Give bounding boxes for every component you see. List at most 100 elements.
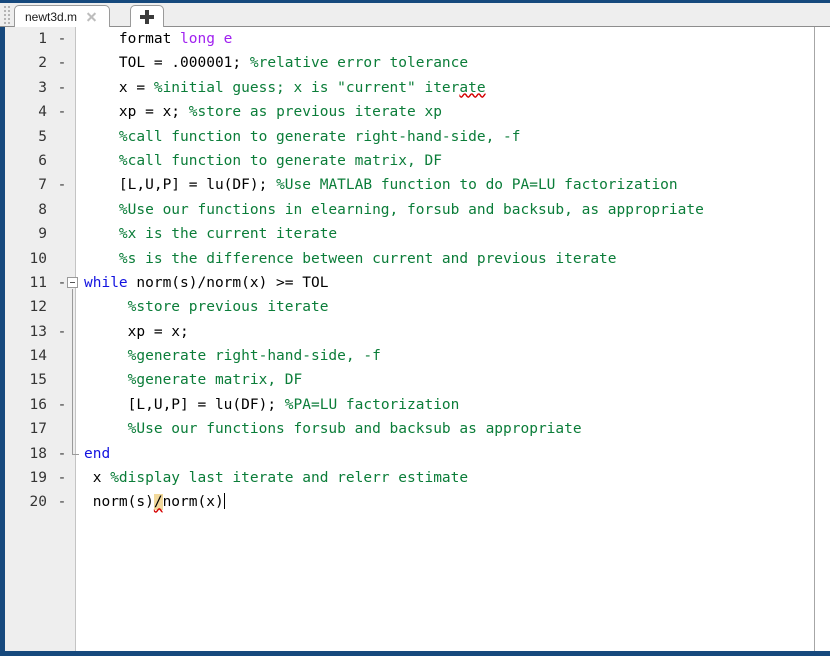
line-number: 16	[29, 396, 47, 413]
plain-token: x	[84, 470, 111, 487]
code-line[interactable]: 15 %generate matrix, DF	[5, 368, 814, 392]
executable-line-marker[interactable]: -	[56, 490, 68, 514]
line-source: %Use our functions forsub and backsub as…	[84, 417, 582, 441]
code-line[interactable]: 13- xp = x;	[5, 320, 814, 344]
line-number: 3	[38, 79, 47, 96]
plain-token: TOL = .000001;	[84, 55, 250, 72]
comment-token: %Use our functions forsub and backsub as…	[84, 421, 582, 438]
line-source: %x is the current iterate	[84, 222, 337, 246]
plain-token: norm(s)/norm(x) >= TOL	[127, 274, 329, 291]
comment-token: %Use MATLAB function to do PA=LU factori…	[276, 177, 678, 194]
comment-token: %s is the difference between current and…	[84, 250, 617, 267]
code-line[interactable]: 1- format long e	[5, 27, 814, 51]
line-number: 6	[38, 152, 47, 169]
comment-token: %store previous iterate	[84, 299, 329, 316]
matlab-editor-window: newt3d.m 1- format long e2- TOL = .00000…	[0, 0, 830, 656]
line-number: 9	[38, 226, 47, 243]
text-cursor	[223, 493, 225, 510]
new-tab-button[interactable]	[130, 5, 164, 27]
executable-line-marker[interactable]: -	[56, 320, 68, 344]
editor-tab-bar: newt3d.m	[0, 3, 830, 27]
code-line[interactable]: 8 %Use our functions in elearning, forsu…	[5, 198, 814, 222]
code-line[interactable]: 6 %call function to generate matrix, DF	[5, 149, 814, 173]
code-line[interactable]: 12 %store previous iterate	[5, 295, 814, 319]
line-source: while norm(s)/norm(x) >= TOL	[84, 271, 328, 295]
plain-token: norm(x)	[162, 494, 224, 511]
comment-token: %PA=LU factorization	[284, 396, 460, 413]
plain-token: xp = x;	[84, 323, 189, 340]
comment-token: %generate right-hand-side, -f	[84, 348, 381, 365]
line-number: 10	[29, 250, 47, 267]
comment-token: %generate matrix, DF	[84, 372, 303, 389]
line-source: %call function to generate matrix, DF	[84, 149, 442, 173]
line-source: [L,U,P] = lu(DF); %PA=LU factorization	[84, 393, 460, 417]
comment-token: %call function to generate matrix, DF	[84, 152, 442, 169]
code-line[interactable]: 4- xp = x; %store as previous iterate xp	[5, 100, 814, 124]
executable-line-marker[interactable]: -	[56, 76, 68, 100]
code-line[interactable]: 16- [L,U,P] = lu(DF); %PA=LU factorizati…	[5, 393, 814, 417]
line-number: 2	[38, 55, 47, 72]
comment-token: %Use our functions in elearning, forsub …	[84, 201, 704, 218]
line-number: 15	[29, 372, 47, 389]
line-number: 18	[29, 445, 47, 462]
plain-token: x =	[84, 79, 154, 96]
code-line[interactable]: 17 %Use our functions forsub and backsub…	[5, 417, 814, 441]
executable-line-marker[interactable]: -	[56, 173, 68, 197]
highlighted-operator-token: /	[153, 494, 163, 511]
line-number: 1	[38, 31, 47, 47]
spellcheck-error-token: ate	[459, 79, 486, 96]
code-line[interactable]: 2- TOL = .000001; %relative error tolera…	[5, 51, 814, 75]
comment-token: %store as previous iterate xp	[188, 104, 442, 121]
line-source: end	[84, 442, 110, 466]
code-line[interactable]: 3- x = %initial guess; x is "current" it…	[5, 76, 814, 100]
comment-token: %display last iterate and relerr estimat…	[110, 470, 469, 487]
line-number: 20	[29, 494, 47, 511]
line-number: 19	[29, 470, 47, 487]
plain-token: [L,U,P] = lu(DF);	[84, 177, 277, 194]
line-number: 8	[38, 201, 47, 218]
line-number: 5	[38, 128, 47, 145]
code-fold-toggle-icon[interactable]	[67, 277, 78, 288]
line-number: 14	[29, 348, 47, 365]
line-number: 11	[29, 274, 47, 291]
code-line[interactable]: 10 %s is the difference between current …	[5, 247, 814, 271]
code-line[interactable]: 19- x %display last iterate and relerr e…	[5, 466, 814, 490]
keyword-token: end	[84, 445, 111, 462]
code-line[interactable]: 7- [L,U,P] = lu(DF); %Use MATLAB functio…	[5, 173, 814, 197]
line-number: 17	[29, 421, 47, 438]
line-source: %store previous iterate	[84, 295, 329, 319]
executable-line-marker[interactable]: -	[56, 51, 68, 75]
executable-line-marker[interactable]: -	[56, 393, 68, 417]
code-line[interactable]: 9 %x is the current iterate	[5, 222, 814, 246]
executable-line-marker[interactable]: -	[56, 442, 68, 466]
close-icon[interactable]	[85, 10, 98, 23]
code-line[interactable]: 20- norm(s)/norm(x)	[5, 490, 814, 514]
executable-line-marker[interactable]: -	[56, 100, 68, 124]
code-line[interactable]: 5 %call function to generate right-hand-…	[5, 125, 814, 149]
line-source: x = %initial guess; x is "current" itera…	[84, 76, 486, 100]
plain-token: norm(s)	[84, 494, 154, 511]
code-line[interactable]: 14 %generate right-hand-side, -f	[5, 344, 814, 368]
executable-line-marker[interactable]: -	[56, 27, 68, 51]
line-source: %generate right-hand-side, -f	[84, 344, 381, 368]
plus-icon	[140, 9, 154, 24]
code-fold-end-tick	[72, 453, 79, 455]
editor-viewport[interactable]: 1- format long e2- TOL = .000001; %relat…	[5, 27, 815, 651]
code-line[interactable]: 18- end	[5, 442, 814, 466]
drag-grip-icon[interactable]	[4, 6, 13, 24]
code-text-area[interactable]: 1- format long e2- TOL = .000001; %relat…	[5, 27, 814, 651]
plain-token: xp = x;	[84, 104, 189, 121]
code-fold-connector	[72, 289, 73, 454]
executable-line-marker[interactable]: -	[56, 466, 68, 490]
line-source: [L,U,P] = lu(DF); %Use MATLAB function t…	[84, 173, 678, 197]
line-source: xp = x;	[84, 320, 189, 344]
line-source: %call function to generate right-hand-si…	[84, 125, 521, 149]
line-source: norm(s)/norm(x)	[84, 490, 225, 514]
line-source: xp = x; %store as previous iterate xp	[84, 100, 442, 124]
editor-tab-newt3d[interactable]: newt3d.m	[14, 5, 110, 27]
line-source: TOL = .000001; %relative error tolerance	[84, 51, 468, 75]
line-number: 12	[29, 299, 47, 316]
comment-token: %x is the current iterate	[84, 226, 338, 243]
code-line[interactable]: 11- while norm(s)/norm(x) >= TOL	[5, 271, 814, 295]
line-source: x %display last iterate and relerr estim…	[84, 466, 468, 490]
